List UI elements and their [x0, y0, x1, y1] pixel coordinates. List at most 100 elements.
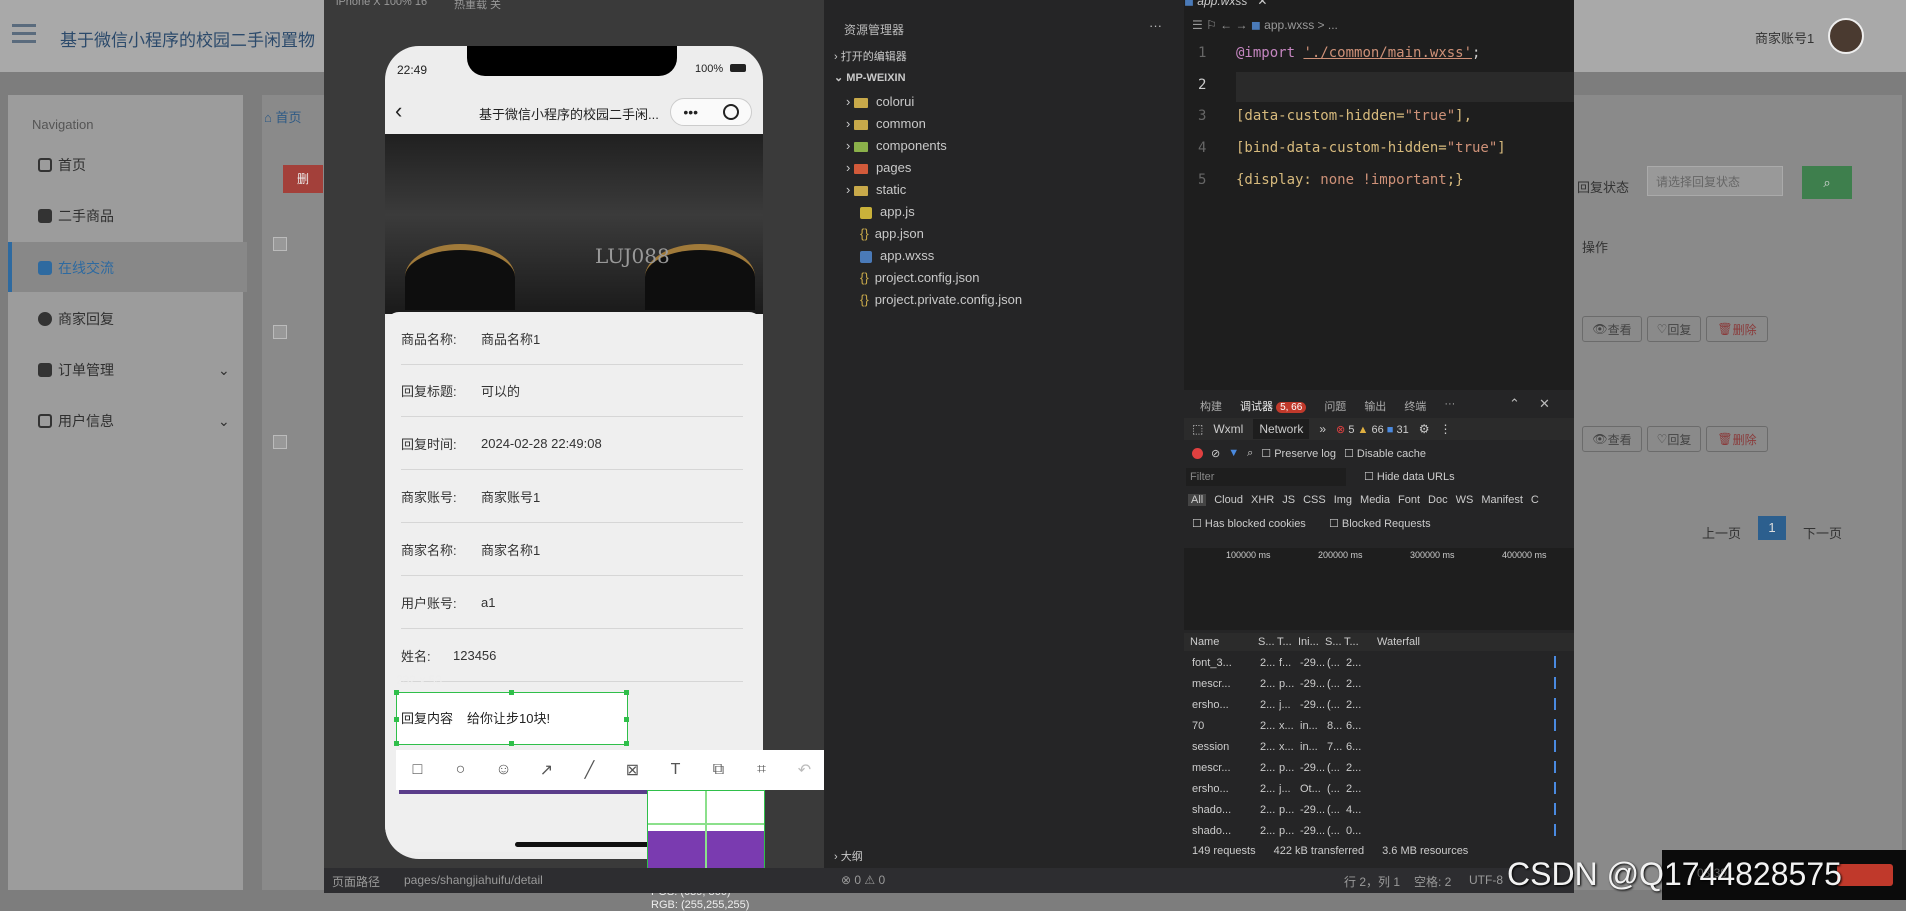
- close-panel-icon[interactable]: ✕: [1539, 396, 1550, 412]
- cursor-position[interactable]: 行 2，列 1: [1344, 873, 1400, 890]
- nav-item-chat[interactable]: 在线交流: [38, 258, 114, 278]
- ellipse-tool-icon[interactable]: ○: [439, 750, 482, 790]
- search-icon[interactable]: ⌕: [1247, 447, 1253, 460]
- kebab-icon[interactable]: ⋮: [1440, 422, 1452, 436]
- table-row[interactable]: shado... 2... p... -29... (... 4...: [1186, 800, 1574, 820]
- table-row[interactable]: font_3... 2... f... -29... (... 2...: [1186, 653, 1574, 673]
- rectangle-tool-icon[interactable]: □: [396, 750, 439, 790]
- close-tab-icon[interactable]: ✕: [1257, 0, 1267, 8]
- more-icon[interactable]: •••: [683, 104, 698, 120]
- record-icon[interactable]: [1192, 447, 1203, 459]
- pen-tool-icon[interactable]: ╱: [568, 750, 611, 790]
- pager-next[interactable]: 下一页: [1803, 523, 1842, 542]
- page-path-label[interactable]: 页面路径: [332, 873, 380, 890]
- tree-file-project-config[interactable]: {} project.config.json: [860, 270, 979, 285]
- pager-prev[interactable]: 上一页: [1702, 523, 1741, 542]
- selection-handle[interactable]: [509, 741, 514, 746]
- row-checkbox[interactable]: [273, 325, 287, 339]
- tree-folder-colorui[interactable]: › colorui: [846, 94, 914, 109]
- nav-item-reply[interactable]: 商家回复: [38, 309, 114, 329]
- blocked-requests-checkbox[interactable]: ☐ Blocked Requests: [1329, 517, 1431, 530]
- disable-cache-checkbox[interactable]: ☐ Disable cache: [1344, 447, 1426, 460]
- outline-section[interactable]: › 大纲: [834, 848, 863, 864]
- select-all-checkbox[interactable]: [273, 237, 287, 251]
- file-encoding[interactable]: UTF-8: [1469, 873, 1503, 887]
- tree-file-app-wxss[interactable]: app.wxss: [860, 248, 934, 263]
- capture-selection[interactable]: 回复内容 给你让步10块!: [394, 690, 629, 746]
- view-button[interactable]: 👁 查看: [1582, 316, 1642, 342]
- type-filter-xhr[interactable]: XHR: [1251, 494, 1274, 506]
- open-editors-section[interactable]: › 打开的编辑器: [834, 48, 907, 64]
- has-blocked-cookies-checkbox[interactable]: ☐ Has blocked cookies: [1192, 517, 1306, 530]
- collapse-icon[interactable]: ⌃: [1509, 396, 1520, 412]
- tree-file-app-js[interactable]: app.js: [860, 204, 915, 219]
- type-filter-other[interactable]: C: [1531, 494, 1539, 506]
- type-filter-manifest[interactable]: Manifest: [1481, 494, 1523, 506]
- selection-handle[interactable]: [394, 690, 399, 695]
- type-filter-img[interactable]: Img: [1334, 494, 1352, 506]
- code-line-5[interactable]: {display: none !important;}: [1236, 172, 1464, 188]
- ocr-tool-icon[interactable]: ⌗: [740, 750, 783, 790]
- type-filter-cloud[interactable]: Cloud: [1214, 494, 1243, 506]
- breadcrumb[interactable]: ⌂ 首页: [264, 107, 301, 126]
- reply-button[interactable]: ♡ 回复: [1647, 316, 1701, 342]
- tab-problems[interactable]: 问题: [1324, 398, 1346, 414]
- account-name[interactable]: 商家账号1: [1755, 28, 1814, 47]
- code-line-1[interactable]: @import './common/main.wxss';: [1236, 45, 1480, 61]
- tree-folder-pages[interactable]: › pages: [846, 160, 911, 175]
- table-row[interactable]: session 2... x... in... 7... 6...: [1186, 737, 1574, 757]
- selection-handle[interactable]: [394, 717, 399, 722]
- arrow-tool-icon[interactable]: ↗: [525, 750, 568, 790]
- type-filter-js[interactable]: JS: [1282, 494, 1295, 506]
- row-delete-button[interactable]: 🗑 删除: [1706, 426, 1768, 452]
- clear-icon[interactable]: ⊘: [1211, 447, 1220, 460]
- row-checkbox[interactable]: [273, 435, 287, 449]
- type-filter-doc[interactable]: Doc: [1428, 494, 1448, 506]
- menu-icon[interactable]: [12, 24, 36, 44]
- text-tool-icon[interactable]: T: [654, 750, 697, 790]
- table-row[interactable]: mescr... 2... p... -29... (... 2...: [1186, 758, 1574, 778]
- emoji-tool-icon[interactable]: ☺: [482, 750, 525, 790]
- filter-icon[interactable]: ▼: [1228, 447, 1239, 459]
- nav-item-users[interactable]: 用户信息 ⌄: [38, 411, 230, 431]
- error-warning-count[interactable]: ⊗ 0 ⚠ 0: [841, 873, 885, 887]
- code-line-4[interactable]: [bind-data-custom-hidden="true"]: [1236, 140, 1506, 156]
- type-filter-media[interactable]: Media: [1360, 494, 1390, 506]
- tab-output[interactable]: 输出: [1364, 398, 1386, 414]
- more-tabs-icon[interactable]: »: [1319, 422, 1326, 436]
- tab-wxml[interactable]: Wxml: [1213, 422, 1243, 436]
- back-arrow-icon[interactable]: ‹: [395, 98, 402, 124]
- table-row[interactable]: 70 2... x... in... 8... 6...: [1186, 716, 1574, 736]
- capsule-menu[interactable]: •••: [670, 98, 752, 126]
- table-row[interactable]: mescr... 2... p... -29... (... 2...: [1186, 674, 1574, 694]
- explorer-more-icon[interactable]: ···: [1149, 18, 1162, 33]
- table-row[interactable]: ersho... 2... j... -29... (... 2...: [1186, 695, 1574, 715]
- editor-tab[interactable]: ◼ app.wxss ✕: [1184, 0, 1304, 10]
- indent-spaces[interactable]: 空格: 2: [1414, 873, 1451, 890]
- type-filter-font[interactable]: Font: [1398, 494, 1420, 506]
- selection-handle[interactable]: [394, 741, 399, 746]
- filter-input[interactable]: Filter: [1186, 468, 1346, 486]
- settings-icon[interactable]: ⚙: [1419, 422, 1430, 436]
- tree-file-app-json[interactable]: {} app.json: [860, 226, 924, 241]
- device-select[interactable]: iPhone X 100% 16: [336, 0, 427, 8]
- search-button[interactable]: ⌕: [1802, 166, 1852, 199]
- tree-folder-common[interactable]: › common: [846, 116, 926, 131]
- pager-current[interactable]: 1: [1758, 516, 1786, 540]
- timeline[interactable]: 100000 ms 200000 ms 300000 ms 400000 ms: [1184, 548, 1574, 630]
- type-filter-all[interactable]: All: [1188, 494, 1207, 506]
- tree-file-project-private-config[interactable]: {} project.private.config.json: [860, 292, 1022, 307]
- inspect-icon[interactable]: ⬚: [1192, 422, 1203, 436]
- type-filter-css[interactable]: CSS: [1303, 494, 1326, 506]
- nav-item-goods[interactable]: 二手商品: [38, 206, 114, 226]
- reply-button[interactable]: ♡ 回复: [1647, 426, 1701, 452]
- hot-reload-toggle[interactable]: 热重载 关: [454, 0, 501, 12]
- nav-item-orders[interactable]: 订单管理 ⌄: [38, 360, 230, 380]
- close-mini-program-icon[interactable]: [722, 104, 739, 120]
- tree-folder-static[interactable]: › static: [846, 182, 906, 197]
- type-filter-ws[interactable]: WS: [1456, 494, 1474, 506]
- tab-build[interactable]: 构建: [1200, 398, 1222, 414]
- tab-terminal[interactable]: 终端: [1404, 398, 1426, 414]
- row-delete-button[interactable]: 🗑 删除: [1706, 316, 1768, 342]
- tree-folder-components[interactable]: › components: [846, 138, 947, 153]
